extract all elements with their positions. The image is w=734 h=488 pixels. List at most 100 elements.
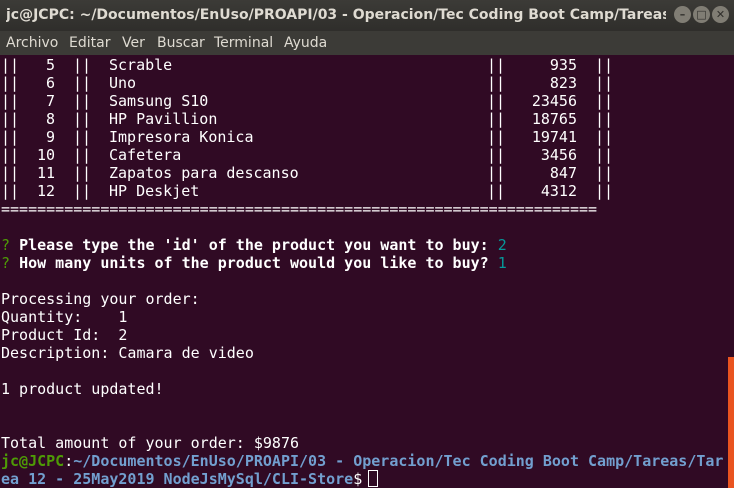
- table-separator: ||: [1, 128, 20, 146]
- table-separator: ||: [73, 92, 92, 110]
- product-price: 19741: [531, 128, 577, 146]
- table-separator: ||: [1, 164, 20, 182]
- close-button[interactable]: ✕: [712, 6, 729, 23]
- table-separator: ||: [595, 56, 614, 74]
- order-total: Total amount of your order: $9876: [1, 434, 300, 452]
- table-row: || 6 || Uno || 823 ||: [1, 74, 613, 92]
- shell-prompt-line: jc@JCPC:~/Documentos/EnUso/PROAPI/03 - O…: [1, 452, 723, 470]
- table-separator: ||: [73, 128, 92, 146]
- table-row: || 9 || Impresora Konica || 19741 ||: [1, 128, 613, 146]
- product-id: 7: [45, 92, 55, 110]
- prompt-user-host: jc@JCPC: [1, 452, 65, 470]
- text-cursor: [368, 470, 378, 487]
- table-separator: ||: [1, 92, 20, 110]
- table-separator: ||: [73, 74, 92, 92]
- table-separator: ||: [487, 146, 506, 164]
- product-id: 11: [37, 164, 56, 182]
- product-price: 23456: [531, 92, 577, 110]
- product-name: Zapatos para descanso: [109, 164, 299, 182]
- prompt-dollar: $: [353, 470, 363, 488]
- table-separator: ||: [595, 182, 614, 200]
- product-name: Scrable: [109, 56, 173, 74]
- product-id: 9: [45, 128, 55, 146]
- prompt-marker: ?: [1, 236, 11, 254]
- prompt-colon: :: [64, 452, 74, 470]
- table-separator: ||: [73, 182, 92, 200]
- menu-buscar[interactable]: Buscar: [157, 35, 205, 51]
- product-name: Impresora Konica: [109, 128, 254, 146]
- product-price: 823: [549, 74, 577, 92]
- product-name: HP Pavillion: [109, 110, 218, 128]
- product-id: 10: [37, 146, 56, 164]
- menu-ayuda[interactable]: Ayuda: [284, 35, 327, 51]
- table-row: || 8 || HP Pavillion || 18765 ||: [1, 110, 613, 128]
- terminal-output[interactable]: || 5 || Scrable || 935 || || 6 || Uno || 823 || || 7 |…: [0, 56, 728, 488]
- table-separator: ||: [73, 146, 92, 164]
- window-title: jc@JCPC: ~/Documentos/EnUso/PROAPI/03 - …: [6, 7, 666, 23]
- table-separator: ||: [73, 164, 92, 182]
- prompt-product-id: ? Please type the 'id' of the product yo…: [1, 236, 507, 254]
- table-row: || 5 || Scrable || 935 ||: [1, 56, 613, 74]
- menu-bar: Archivo Editar Ver Buscar Terminal Ayuda: [0, 31, 734, 55]
- table-separator: ||: [595, 128, 614, 146]
- table-separator: ||: [73, 110, 92, 128]
- table-separator: ||: [595, 164, 614, 182]
- table-row: || 11 || Zapatos para descanso || 847 ||: [1, 164, 613, 182]
- table-separator: ||: [487, 128, 506, 146]
- table-separator: ||: [1, 74, 20, 92]
- table-separator: ||: [1, 182, 20, 200]
- maximize-button[interactable]: □: [693, 6, 710, 23]
- product-price: 18765: [531, 110, 577, 128]
- table-separator: ||: [595, 110, 614, 128]
- prompt-path: ~/Documentos/EnUso/PROAPI/03 - Operacion…: [73, 452, 724, 470]
- table-separator: ||: [487, 56, 506, 74]
- product-name: Samsung S10: [109, 92, 209, 110]
- table-separator: ||: [487, 164, 506, 182]
- order-quantity: Quantity: 1: [1, 308, 128, 326]
- update-message: 1 product updated!: [1, 380, 164, 398]
- prompt-answer: 2: [497, 236, 507, 254]
- product-id: 12: [37, 182, 56, 200]
- order-product-id: Product Id: 2: [1, 326, 128, 344]
- prompt-path-continued: ea 12 - 25May2019 NodeJsMySql/CLI-Store: [1, 470, 354, 488]
- menu-archivo[interactable]: Archivo: [6, 35, 58, 51]
- table-separator: ||: [595, 92, 614, 110]
- table-separator: ||: [595, 74, 614, 92]
- product-price: 847: [549, 164, 577, 182]
- product-price: 4312: [540, 182, 577, 200]
- order-heading: Processing your order:: [1, 290, 200, 308]
- menu-terminal[interactable]: Terminal: [214, 35, 273, 51]
- product-name: Cafetera: [109, 146, 182, 164]
- table-row: || 12 || HP Deskjet || 4312 ||: [1, 182, 613, 200]
- table-separator: ||: [487, 182, 506, 200]
- product-name: Uno: [109, 74, 137, 92]
- table-separator: ||: [487, 92, 506, 110]
- table-separator: ||: [1, 146, 20, 164]
- menu-editar[interactable]: Editar: [69, 35, 110, 51]
- table-separator: ||: [73, 56, 92, 74]
- product-name: HP Deskjet: [109, 182, 200, 200]
- menu-ver[interactable]: Ver: [122, 35, 145, 51]
- table-separator: ||: [595, 146, 614, 164]
- product-price: 935: [549, 56, 577, 74]
- product-id: 6: [45, 74, 55, 92]
- product-price: 3456: [540, 146, 577, 164]
- prompt-quantity: ? How many units of the product would yo…: [1, 254, 507, 272]
- prompt-answer: 1: [497, 254, 507, 272]
- prompt-marker: ?: [1, 254, 11, 272]
- shell-prompt-line-wrap: ea 12 - 25May2019 NodeJsMySql/CLI-Store$: [1, 470, 362, 488]
- product-id: 5: [45, 56, 55, 74]
- scrollbar-thumb[interactable]: [728, 357, 734, 488]
- minimize-button[interactable]: –: [674, 6, 691, 23]
- prompt-question: Please type the 'id' of the product you …: [19, 236, 489, 254]
- table-separator: ||: [487, 74, 506, 92]
- table-border: ========================================…: [1, 200, 598, 218]
- table-row: || 10 || Cafetera || 3456 ||: [1, 146, 613, 164]
- table-separator: ||: [1, 110, 20, 128]
- order-description: Description: Camara de video: [1, 344, 254, 362]
- title-bar[interactable]: jc@JCPC: ~/Documentos/EnUso/PROAPI/03 - …: [0, 0, 734, 31]
- table-separator: ||: [487, 110, 506, 128]
- table-separator: ||: [1, 56, 20, 74]
- prompt-question: How many units of the product would you …: [19, 254, 489, 272]
- product-id: 8: [45, 110, 55, 128]
